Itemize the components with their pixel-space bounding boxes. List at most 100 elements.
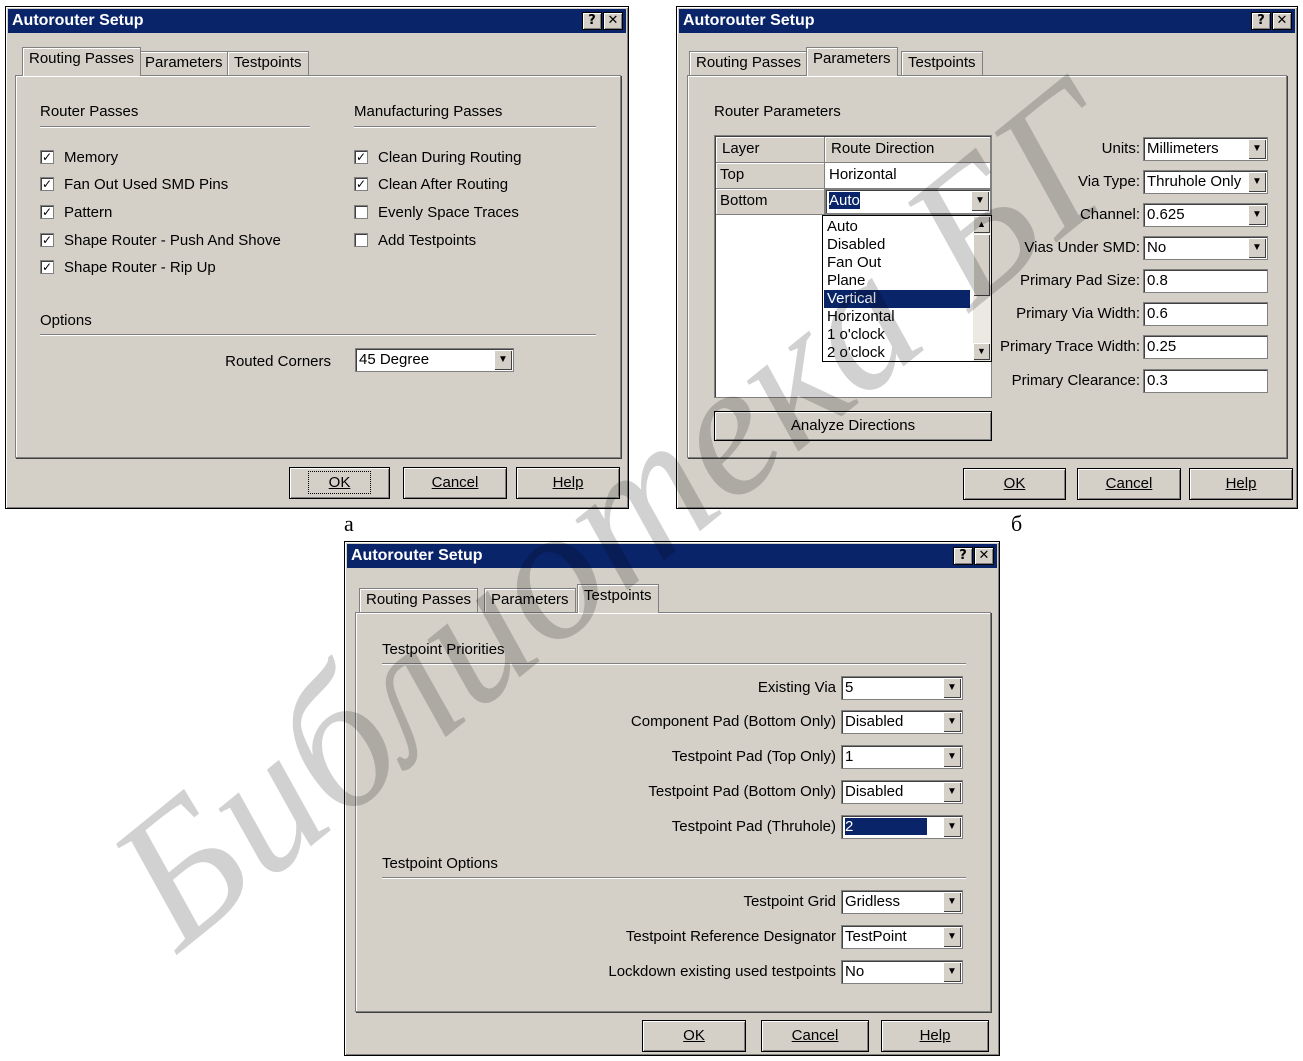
tab-parameters[interactable]: Parameters: [806, 47, 898, 76]
trace-width-input[interactable]: 0.25: [1143, 335, 1268, 359]
checkbox-push-shove[interactable]: ✓ Shape Router - Push And Shove: [40, 233, 281, 249]
trace-width-label: Primary Trace Width:: [999, 338, 1140, 355]
router-parameters-heading: Router Parameters: [714, 103, 841, 120]
router-passes-heading: Router Passes: [40, 103, 139, 120]
refdes-select[interactable]: TestPoint ▼: [841, 925, 963, 949]
help-title-button[interactable]: ?: [1251, 12, 1271, 30]
analyze-directions-button[interactable]: Analyze Directions: [714, 411, 992, 441]
channel-select[interactable]: 0.625 ▼: [1143, 203, 1268, 227]
cancel-button[interactable]: Cancel: [1077, 468, 1181, 500]
routed-corners-select[interactable]: 45 Degree ▼: [355, 348, 514, 372]
option-1-oclock[interactable]: 1 o'clock: [824, 326, 970, 344]
units-select[interactable]: Millimeters ▼: [1143, 137, 1268, 161]
ok-button[interactable]: OK: [642, 1020, 746, 1052]
tp-bottom-select[interactable]: Disabled ▼: [841, 780, 963, 804]
option-horizontal[interactable]: Horizontal: [824, 308, 970, 326]
existing-via-select[interactable]: 5 ▼: [841, 676, 963, 700]
row-layer-top[interactable]: Top: [716, 163, 825, 189]
checkbox-clean-after[interactable]: ✓ Clean After Routing: [354, 177, 508, 193]
tab-routing-passes[interactable]: Routing Passes: [689, 51, 809, 75]
component-pad-select[interactable]: Disabled ▼: [841, 710, 963, 734]
check-icon: ✓: [40, 205, 54, 219]
checkbox-label: Shape Router - Push And Shove: [64, 232, 281, 249]
option-fan-out[interactable]: Fan Out: [824, 254, 970, 272]
select-value: 2: [845, 818, 928, 835]
chevron-down-icon[interactable]: ▼: [943, 782, 961, 802]
tab-panel: Testpoint Priorities Existing Via 5 ▼ Com…: [355, 612, 991, 1012]
dialog-routing-passes: Autorouter Setup ? ✕ Routing Passes Para…: [5, 6, 629, 509]
direction-select[interactable]: Auto ▼: [825, 189, 991, 214]
chevron-down-icon[interactable]: ▼: [943, 962, 961, 982]
option-disabled[interactable]: Disabled: [824, 236, 970, 254]
checkbox-box: [354, 233, 368, 247]
close-button[interactable]: ✕: [1272, 12, 1292, 30]
help-button[interactable]: Help: [881, 1020, 989, 1052]
cancel-button[interactable]: Cancel: [403, 467, 507, 499]
option-vertical[interactable]: Vertical: [824, 290, 970, 308]
help-button[interactable]: Help: [516, 467, 620, 499]
divider: [354, 126, 596, 128]
chevron-down-icon[interactable]: ▼: [1248, 172, 1266, 192]
chevron-down-icon[interactable]: ▼: [943, 927, 961, 947]
checkbox-clean-during[interactable]: ✓ Clean During Routing: [354, 150, 521, 166]
checkbox-memory[interactable]: ✓ Memory: [40, 150, 118, 166]
checkbox-evenly-space[interactable]: Evenly Space Traces: [354, 205, 519, 221]
tab-routing-passes[interactable]: Routing Passes: [359, 588, 479, 612]
via-width-input[interactable]: 0.6: [1143, 302, 1268, 326]
cell-direction-bottom[interactable]: Auto ▼: [825, 189, 991, 215]
select-value: No: [845, 963, 865, 980]
testpoint-grid-select[interactable]: Gridless ▼: [841, 890, 963, 914]
tab-routing-passes[interactable]: Routing Passes: [22, 47, 142, 76]
checkbox-fan-out[interactable]: ✓ Fan Out Used SMD Pins: [40, 177, 228, 193]
row-layer-bottom[interactable]: Bottom: [716, 189, 825, 215]
close-button[interactable]: ✕: [974, 547, 994, 565]
cancel-button[interactable]: Cancel: [761, 1020, 869, 1052]
chevron-down-icon[interactable]: ▼: [943, 747, 961, 767]
chevron-down-icon[interactable]: ▼: [1248, 238, 1266, 258]
chevron-down-icon[interactable]: ▼: [943, 678, 961, 698]
chevron-down-icon[interactable]: ▼: [943, 712, 961, 732]
pad-size-input[interactable]: 0.8: [1143, 269, 1268, 293]
via-type-select[interactable]: Thruhole Only ▼: [1143, 170, 1268, 194]
chevron-down-icon[interactable]: ▼: [494, 350, 512, 370]
close-button[interactable]: ✕: [603, 12, 623, 30]
cancel-label: Cancel: [1105, 475, 1153, 492]
option-auto[interactable]: Auto: [824, 218, 970, 236]
chevron-down-icon[interactable]: ▼: [1248, 139, 1266, 159]
tab-parameters[interactable]: Parameters: [138, 51, 230, 75]
chevron-down-icon[interactable]: ▼: [943, 892, 961, 912]
vias-under-smd-select[interactable]: No ▼: [1143, 236, 1268, 260]
option-2-oclock[interactable]: 2 o'clock: [824, 344, 970, 362]
tp-bottom-label: Testpoint Pad (Bottom Only): [648, 783, 836, 800]
help-button[interactable]: Help: [1189, 468, 1293, 500]
tab-testpoints[interactable]: Testpoints: [901, 51, 983, 75]
tab-testpoints[interactable]: Testpoints: [577, 584, 659, 613]
checkbox-add-testpoints[interactable]: Add Testpoints: [354, 233, 476, 249]
lockdown-select[interactable]: No ▼: [841, 960, 963, 984]
checkbox-rip-up[interactable]: ✓ Shape Router - Rip Up: [40, 260, 216, 276]
checkbox-pattern[interactable]: ✓ Pattern: [40, 205, 112, 221]
select-value: 0.625: [1147, 206, 1185, 223]
ok-button[interactable]: OK: [289, 467, 390, 499]
tab-parameters[interactable]: Parameters: [484, 588, 576, 612]
chevron-down-icon[interactable]: ▼: [943, 817, 961, 837]
ok-button[interactable]: OK: [963, 468, 1066, 500]
select-value: No: [1147, 239, 1167, 256]
tp-top-select[interactable]: 1 ▼: [841, 745, 963, 769]
clearance-input[interactable]: 0.3: [1143, 369, 1268, 393]
cell-direction-top[interactable]: Horizontal: [825, 163, 991, 189]
window-title: Autorouter Setup: [351, 547, 483, 564]
vias-under-smd-label: Vias Under SMD:: [1024, 239, 1140, 256]
select-value: 5: [845, 679, 854, 696]
tp-thruhole-select[interactable]: 2 ▼: [841, 815, 963, 839]
tp-top-label: Testpoint Pad (Top Only): [671, 748, 836, 765]
chevron-down-icon[interactable]: ▼: [1248, 205, 1266, 225]
chevron-down-icon[interactable]: ▼: [971, 191, 989, 211]
tab-testpoints[interactable]: Testpoints: [227, 51, 309, 75]
help-title-button[interactable]: ?: [953, 547, 973, 565]
option-plane[interactable]: Plane: [824, 272, 970, 290]
component-pad-label: Component Pad (Bottom Only): [630, 713, 836, 730]
help-label: Help: [919, 1027, 951, 1044]
help-title-button[interactable]: ?: [582, 12, 602, 30]
ok-label: OK: [307, 471, 372, 494]
